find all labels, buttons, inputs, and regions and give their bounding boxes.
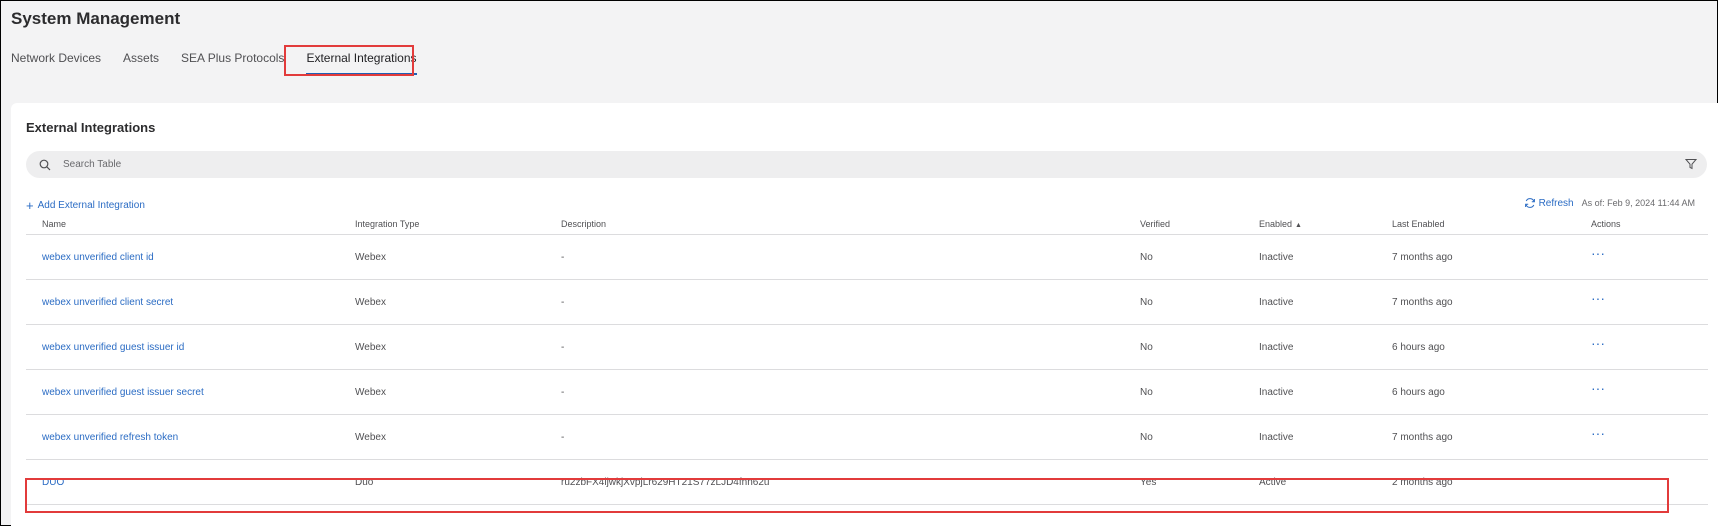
integration-type-cell: Webex xyxy=(355,279,561,325)
card-title: External Integrations xyxy=(26,120,156,135)
plus-icon: + xyxy=(26,198,34,213)
tab-external-integrations-label: External Integrations xyxy=(306,51,417,65)
refresh-icon xyxy=(1524,198,1535,208)
last-enabled-cell: 2 months ago xyxy=(1392,459,1591,505)
refresh-label: Refresh xyxy=(1538,197,1574,209)
column-header-description[interactable]: Description xyxy=(561,214,1140,235)
enabled-cell: Inactive xyxy=(1259,234,1392,280)
column-header-enabled-label: Enabled xyxy=(1259,219,1293,229)
integration-name-link[interactable]: DUO xyxy=(42,477,64,488)
more-actions-icon[interactable]: ··· xyxy=(1591,335,1605,351)
verified-cell: Yes xyxy=(1140,459,1259,505)
description-cell: - xyxy=(561,369,1140,415)
more-actions-icon[interactable]: ··· xyxy=(1591,470,1605,486)
integration-type-cell: Webex xyxy=(355,324,561,370)
verified-cell: No xyxy=(1140,234,1259,280)
tab-network-devices[interactable]: Network Devices xyxy=(11,51,101,65)
last-enabled-cell: 6 hours ago xyxy=(1392,369,1591,415)
enabled-cell: Inactive xyxy=(1259,324,1392,370)
last-enabled-cell: 7 months ago xyxy=(1392,414,1591,460)
external-integrations-card: External Integrations + Add External Int… xyxy=(11,103,1718,526)
search-input[interactable] xyxy=(61,158,1565,171)
verified-cell: No xyxy=(1140,324,1259,370)
enabled-cell: Inactive xyxy=(1259,414,1392,460)
table-row: webex unverified client secret Webex - N… xyxy=(26,279,1708,325)
enabled-cell: Active xyxy=(1259,459,1392,505)
integration-name-link[interactable]: webex unverified client id xyxy=(42,252,154,263)
column-header-verified[interactable]: Verified xyxy=(1140,214,1259,235)
table-row: webex unverified guest issuer id Webex -… xyxy=(26,324,1708,370)
integration-name-link[interactable]: webex unverified refresh token xyxy=(42,432,178,443)
search-icon xyxy=(39,159,51,170)
integration-type-cell: Webex xyxy=(355,414,561,460)
integration-name-link[interactable]: webex unverified guest issuer id xyxy=(42,342,184,353)
more-actions-icon[interactable]: ··· xyxy=(1591,380,1605,396)
table-row: DUO Duo ru2zbFX4ljwkjXvpjLr629HT21S77zLJ… xyxy=(26,459,1708,505)
column-header-actions: Actions xyxy=(1591,214,1708,235)
as-of-timestamp: As of: Feb 9, 2024 11:44 AM xyxy=(1581,198,1695,208)
table-row: webex unverified guest issuer secret Web… xyxy=(26,369,1708,415)
filter-icon[interactable] xyxy=(1685,158,1697,170)
integration-type-cell: Webex xyxy=(355,369,561,415)
add-external-integration-button[interactable]: + Add External Integration xyxy=(26,198,145,213)
integration-type-cell: Duo xyxy=(355,459,561,505)
verified-cell: No xyxy=(1140,369,1259,415)
integrations-table: Name Integration Type Description Verifi… xyxy=(26,214,1708,505)
description-cell: - xyxy=(561,324,1140,370)
add-external-integration-label: Add External Integration xyxy=(37,200,145,211)
sort-ascending-icon: ▲ xyxy=(1295,222,1302,229)
search-bar[interactable] xyxy=(26,151,1707,178)
column-header-name[interactable]: Name xyxy=(26,214,355,235)
last-enabled-cell: 7 months ago xyxy=(1392,234,1591,280)
table-row: webex unverified client id Webex - No In… xyxy=(26,234,1708,280)
refresh-button[interactable]: Refresh xyxy=(1524,197,1574,209)
enabled-cell: Inactive xyxy=(1259,369,1392,415)
column-header-integration-type[interactable]: Integration Type xyxy=(355,214,561,235)
table-header-row: Name Integration Type Description Verifi… xyxy=(26,214,1708,235)
column-header-last-enabled[interactable]: Last Enabled xyxy=(1392,214,1591,235)
tab-external-integrations[interactable]: External Integrations xyxy=(306,51,417,75)
active-tab-underline xyxy=(306,73,417,75)
last-enabled-cell: 6 hours ago xyxy=(1392,324,1591,370)
integration-name-link[interactable]: webex unverified guest issuer secret xyxy=(42,387,204,398)
verified-cell: No xyxy=(1140,279,1259,325)
verified-cell: No xyxy=(1140,414,1259,460)
integration-type-cell: Webex xyxy=(355,234,561,280)
description-cell: - xyxy=(561,234,1140,280)
description-cell: - xyxy=(561,279,1140,325)
enabled-cell: Inactive xyxy=(1259,279,1392,325)
integration-name-link[interactable]: webex unverified client secret xyxy=(42,297,173,308)
last-enabled-cell: 7 months ago xyxy=(1392,279,1591,325)
more-actions-icon[interactable]: ··· xyxy=(1591,245,1605,261)
tab-sea-plus-protocols[interactable]: SEA Plus Protocols xyxy=(181,51,284,65)
column-header-enabled[interactable]: Enabled ▲ xyxy=(1259,214,1392,235)
tab-assets[interactable]: Assets xyxy=(123,51,159,65)
page-title: System Management xyxy=(11,9,181,28)
table-row: webex unverified refresh token Webex - N… xyxy=(26,414,1708,460)
more-actions-icon[interactable]: ··· xyxy=(1591,290,1605,306)
description-cell: ru2zbFX4ljwkjXvpjLr629HT21S77zLJD4fnn62u xyxy=(561,459,1140,505)
tab-bar: Network Devices Assets SEA Plus Protocol… xyxy=(11,51,439,75)
more-actions-icon[interactable]: ··· xyxy=(1591,425,1605,441)
description-cell: - xyxy=(561,414,1140,460)
refresh-area: Refresh As of: Feb 9, 2024 11:44 AM xyxy=(1524,197,1695,209)
